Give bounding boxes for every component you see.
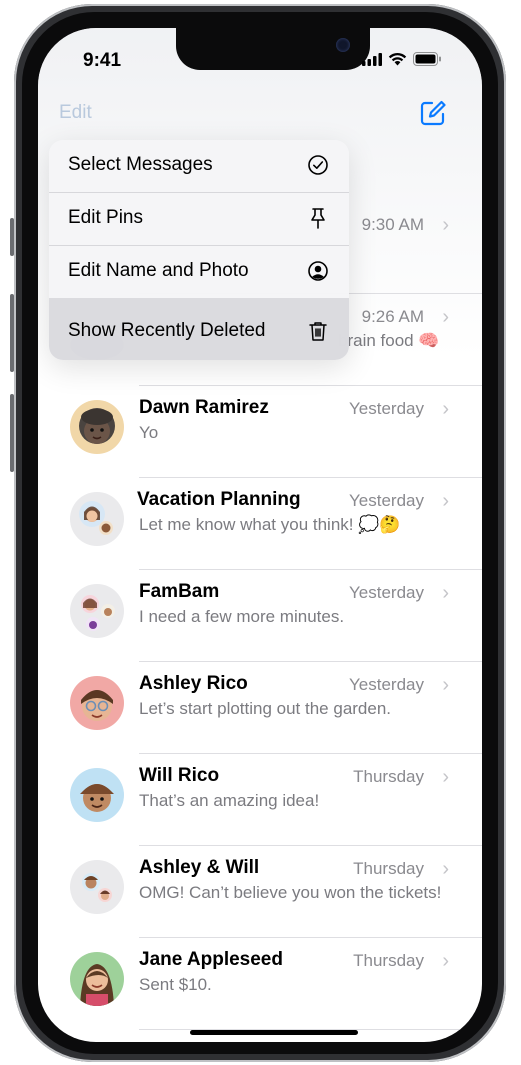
chevron-right-icon: ›: [442, 214, 449, 236]
group-avatar: [70, 584, 124, 638]
menu-item-edit-name-photo[interactable]: Edit Name and Photo: [49, 246, 349, 298]
edit-context-menu: Select Messages Edit Pins Edit Name and …: [49, 140, 349, 360]
signal-icon: [362, 52, 382, 66]
compose-button[interactable]: [420, 100, 446, 131]
conversation-time: Yesterday: [349, 491, 424, 510]
menu-item-label: Show Recently Deleted: [68, 320, 266, 341]
group-avatar: [70, 492, 124, 546]
menu-item-edit-pins[interactable]: Edit Pins: [49, 193, 349, 245]
conversation-row[interactable]: Will Rico That’s an amazing idea! Thursd…: [38, 754, 482, 846]
conversation-row[interactable]: FamBam I need a few more minutes. Yester…: [38, 570, 482, 662]
conversation-row[interactable]: Ashley Rico Let’s start plotting out the…: [38, 662, 482, 754]
conversation-preview: Sent $10.: [139, 975, 212, 994]
conversation-name: Will Rico: [139, 765, 220, 786]
conversation-time: Thursday: [353, 859, 424, 878]
chevron-right-icon: ›: [442, 490, 449, 512]
trash-icon: [307, 320, 329, 347]
volume-up-button: [10, 294, 14, 372]
menu-item-label: Edit Pins: [68, 207, 143, 228]
chevron-right-icon: ›: [442, 306, 449, 328]
avatar: [70, 676, 124, 730]
conversation-name: Dawn Ramirez: [139, 397, 269, 418]
avatar: [70, 400, 124, 454]
conversation-preview: I need a few more minutes.: [139, 607, 345, 626]
conversation-name: Ashley & Will: [139, 857, 260, 878]
front-camera: [336, 38, 350, 52]
avatar: [70, 952, 124, 1006]
conversation-preview: That’s an amazing idea!: [139, 791, 320, 810]
chevron-right-icon: ›: [442, 582, 449, 604]
menu-item-label: Edit Name and Photo: [68, 260, 249, 281]
conversation-name: Jane Appleseed: [139, 949, 283, 970]
conversation-preview: Yo: [139, 423, 159, 442]
conversation-row[interactable]: Dawn Ramirez Yo Yesterday ›: [38, 386, 482, 478]
conversation-preview: OMG! Can’t believe you won the tickets!: [139, 883, 442, 902]
status-time: 9:41: [83, 50, 122, 71]
wifi-icon: [388, 52, 407, 66]
silent-switch: [10, 218, 14, 256]
conversation-row[interactable]: Ashley & Will OMG! Can’t believe you won…: [38, 846, 482, 938]
menu-item-label: Select Messages: [68, 154, 213, 175]
conversation-preview: Let’s start plotting out the garden.: [139, 699, 392, 718]
status-icons: [362, 52, 442, 66]
chevron-right-icon: ›: [442, 858, 449, 880]
conversation-time: 9:26 AM: [361, 307, 424, 326]
battery-icon: [413, 52, 441, 66]
edit-button[interactable]: Edit: [59, 102, 92, 124]
conversation-row[interactable]: Vacation Planning Let me know what you t…: [38, 478, 482, 570]
conversation-time: Thursday: [353, 951, 424, 970]
chevron-right-icon: ›: [442, 950, 449, 972]
conversation-time: 9:30 AM: [361, 215, 424, 234]
conversation-name: Ashley Rico: [139, 673, 248, 694]
chevron-right-icon: ›: [442, 398, 449, 420]
conversation-preview: brain food 🧠: [338, 331, 440, 350]
conversation-name: Vacation Planning: [137, 489, 301, 510]
conversation-preview: Let me know what you think! 💭🤔: [139, 515, 401, 534]
conversation-row[interactable]: Jane Appleseed Sent $10. Thursday ›: [38, 938, 482, 1030]
chevron-right-icon: ›: [442, 674, 449, 696]
volume-down-button: [10, 394, 14, 472]
conversation-time: Thursday: [353, 767, 424, 786]
conversation-time: Yesterday: [349, 399, 424, 418]
avatar: [70, 768, 124, 822]
notch: [176, 28, 370, 70]
menu-item-show-recently-deleted[interactable]: Show Recently Deleted: [49, 306, 349, 358]
home-indicator[interactable]: [190, 1030, 358, 1035]
messages-screen: 9:41 Edit 9:30 AM › 9:26 AM › brain food…: [38, 28, 482, 1042]
checkmark-circle-icon: [307, 154, 329, 181]
pin-icon: [307, 207, 329, 234]
menu-item-select-messages[interactable]: Select Messages: [49, 140, 349, 192]
chevron-right-icon: ›: [442, 766, 449, 788]
conversation-name: FamBam: [139, 581, 220, 602]
compose-icon: [420, 100, 446, 126]
conversation-time: Yesterday: [349, 583, 424, 602]
conversation-time: Yesterday: [349, 675, 424, 694]
person-circle-icon: [307, 260, 329, 287]
group-avatar: [70, 860, 124, 914]
